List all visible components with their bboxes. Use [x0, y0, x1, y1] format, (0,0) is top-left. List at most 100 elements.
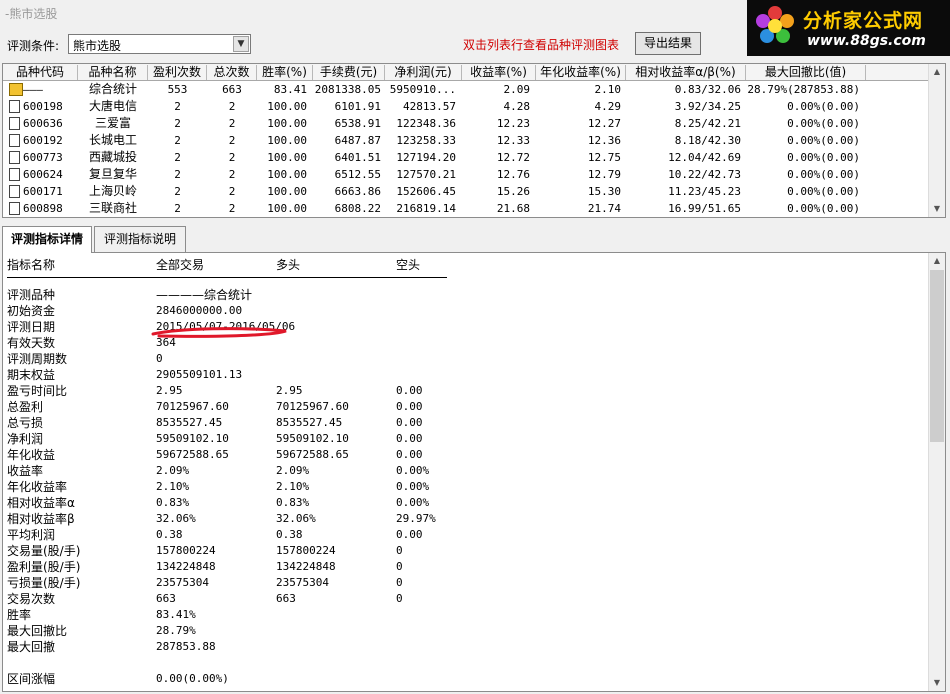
scroll-thumb[interactable]: [930, 270, 944, 442]
cell-annual: 2.10: [594, 83, 622, 96]
header-short: 空头: [396, 258, 421, 272]
cell-annual: 21.74: [587, 202, 621, 215]
cell-name: 西藏城投: [88, 150, 137, 164]
window-title: -熊市选股: [5, 7, 58, 21]
cell-mdd: 0.00%(0.00): [787, 151, 860, 164]
metric-all: 59509102.10: [156, 432, 229, 445]
metric-all: 364: [156, 336, 176, 349]
cell-winrate: 100.00: [267, 185, 307, 198]
metric-short: 0: [396, 544, 403, 557]
table-row[interactable]: 600898 三联商社 2 2 100.00 6808.22 216819.14 21.68 2…: [3, 200, 929, 217]
cell-total: 2: [228, 134, 236, 147]
metric-all: 2015/05/07-2016/05/06: [156, 320, 296, 333]
table-row[interactable]: 600624 复旦复华 2 2 100.00 6512.55 127570.21 12.76 1…: [3, 166, 929, 183]
col-header-return[interactable]: 收益率(%): [462, 65, 536, 80]
cell-ret: 12.72: [496, 151, 530, 164]
cell-ret: 12.33: [496, 134, 530, 147]
document-icon: [9, 202, 20, 215]
metric-row: 最大回撤比 28.79%: [3, 623, 923, 639]
document-icon: [9, 134, 20, 147]
cell-code: 600171: [23, 185, 63, 198]
cell-code: 600192: [23, 134, 63, 147]
col-header-wins[interactable]: 盈利次数: [148, 65, 207, 80]
cell-wins: 2: [174, 202, 181, 215]
col-header-alpha-beta[interactable]: 相对收益率α/β(%): [626, 65, 746, 80]
table-row[interactable]: 600773 西藏城投 2 2 100.00 6401.51 127194.20 12.72 1…: [3, 149, 929, 166]
scroll-up-icon[interactable]: ▲: [929, 64, 945, 80]
metric-row: 评测品种 ————综合统计: [3, 287, 923, 303]
cell-profit: 152606.45: [396, 185, 456, 198]
cell-ab: 3.92/34.25: [674, 100, 741, 113]
cell-fee: 6487.87: [334, 134, 381, 147]
col-header-name[interactable]: 品种名称: [78, 65, 148, 80]
col-header-fee[interactable]: 手续费(元): [313, 65, 385, 80]
cell-wins: 2: [174, 117, 181, 130]
metric-short: 0.00: [396, 528, 423, 541]
table-row[interactable]: 600636 三爱富 2 2 100.00 6538.91 122348.36 12.23 12…: [3, 115, 929, 132]
metric-all: 157800224: [156, 544, 216, 557]
metric-all: 2846000000.00: [156, 304, 243, 317]
table-row[interactable]: ——— 综合统计 553 663 83.41 2081338.05 5950910... 2.…: [3, 81, 929, 98]
metric-row: 有效天数 364: [3, 335, 923, 351]
col-header-total[interactable]: 总次数: [207, 65, 257, 80]
table-scrollbar[interactable]: ▲ ▼: [928, 64, 945, 217]
cell-total: 2: [228, 151, 236, 164]
cell-annual: 4.29: [594, 100, 622, 113]
metric-row: 评测日期 2015/05/07-2016/05/06: [3, 319, 923, 335]
condition-select[interactable]: 熊市选股 ▼: [68, 34, 251, 54]
detail-scrollbar[interactable]: ▲ ▼: [928, 253, 945, 691]
metric-all: 2905509101.13: [156, 368, 243, 381]
condition-label: 评测条件:: [7, 39, 60, 53]
metric-label: 最大回撤: [7, 640, 56, 654]
detail-tabs: 评测指标详情 评测指标说明: [2, 226, 946, 253]
cell-profit: 216819.14: [396, 202, 456, 215]
results-table[interactable]: 品种代码 品种名称 盈利次数 总次数 胜率(%) 手续费(元) 净利润(元) 收…: [2, 63, 946, 218]
metric-row: 胜率 83.41%: [3, 607, 923, 623]
cell-total: 2: [228, 202, 236, 215]
export-results-button[interactable]: 导出结果: [635, 32, 701, 55]
cell-ret: 12.23: [496, 117, 530, 130]
metric-long: 70125967.60: [276, 400, 349, 413]
cell-fee: 6512.55: [334, 168, 381, 181]
metric-row: 总亏损 8535527.45 8535527.45 0.00: [3, 415, 923, 431]
cell-profit: 5950910...: [389, 83, 456, 96]
cell-total: 2: [228, 100, 236, 113]
col-header-profit[interactable]: 净利润(元): [385, 65, 462, 80]
table-row[interactable]: 600198 大唐电信 2 2 100.00 6101.91 42813.57 4.28 4.2…: [3, 98, 929, 115]
cell-ab: 11.23/45.23: [668, 185, 741, 198]
metric-row: 盈利量(股/手) 134224848 134224848 0: [3, 559, 923, 575]
tab-metric-explanation[interactable]: 评测指标说明: [94, 226, 186, 252]
cell-wins: 2: [174, 168, 181, 181]
cell-fee: 6538.91: [334, 117, 381, 130]
cell-annual: 12.75: [587, 151, 621, 164]
scroll-down-icon[interactable]: ▼: [929, 675, 945, 691]
metric-short: 29.97%: [396, 512, 436, 525]
metric-row: 亏损量(股/手) 23575304 23575304 0: [3, 575, 923, 591]
metric-all: 0.38: [156, 528, 183, 541]
tab-metric-details[interactable]: 评测指标详情: [2, 226, 92, 253]
col-header-max-drawdown[interactable]: 最大回撤比(值): [746, 65, 866, 80]
scroll-down-icon[interactable]: ▼: [929, 201, 945, 217]
metric-label: 评测周期数: [7, 352, 68, 366]
metric-row: 交易量(股/手) 157800224 157800224 0: [3, 543, 923, 559]
metric-long: 2.09%: [276, 464, 310, 477]
metric-all: 28.79%: [156, 624, 196, 637]
metric-long: 23575304: [276, 576, 329, 589]
metric-short: 0.00: [396, 416, 423, 429]
chevron-down-icon[interactable]: ▼: [233, 36, 249, 52]
table-row[interactable]: 600192 长城电工 2 2 100.00 6487.87 123258.33 12.33 1…: [3, 132, 929, 149]
metric-all: 2.10%: [156, 480, 190, 493]
metric-label: 盈利量(股/手): [7, 560, 81, 574]
metric-details-panel: 指标名称 全部交易 多头 空头 评测品种 ————综合统计 初始资金 28460000…: [2, 252, 946, 692]
col-header-annual[interactable]: 年化收益率(%): [536, 65, 626, 80]
header-divider: [7, 277, 447, 278]
cell-fee: 6808.22: [334, 202, 381, 215]
col-header-winrate[interactable]: 胜率(%): [257, 65, 313, 80]
cell-name: 三联商社: [88, 201, 137, 215]
col-header-code[interactable]: 品种代码: [3, 65, 78, 80]
cell-profit: 127194.20: [396, 151, 456, 164]
table-row[interactable]: 600171 上海贝岭 2 2 100.00 6663.86 152606.45 15.26 1…: [3, 183, 929, 200]
document-icon: [9, 185, 20, 198]
metric-short: 0.00%: [396, 464, 430, 477]
scroll-up-icon[interactable]: ▲: [929, 253, 945, 269]
